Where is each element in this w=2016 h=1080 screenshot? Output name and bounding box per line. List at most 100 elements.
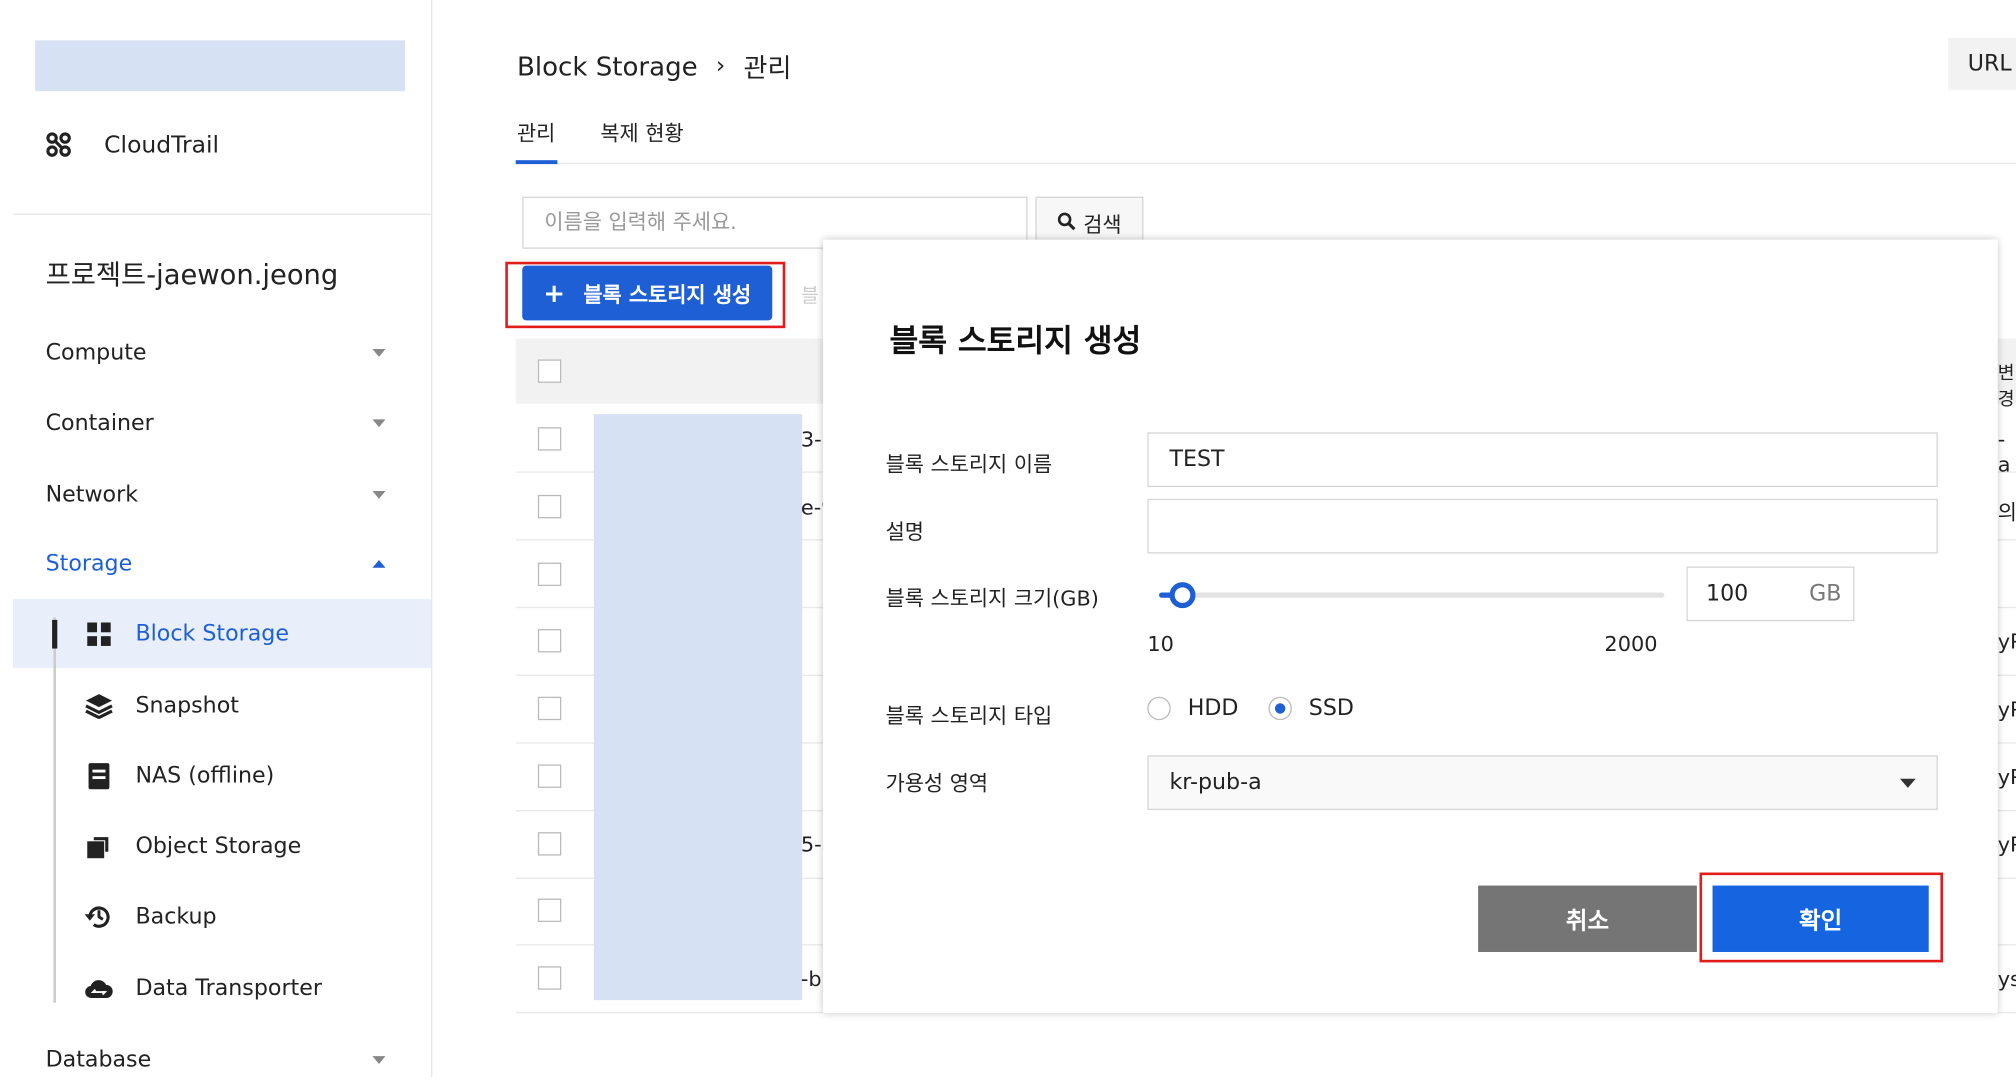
dialog-title: 블록 스토리지 생성 bbox=[889, 322, 1142, 360]
cell-fragment: 의 bbox=[1997, 500, 2016, 525]
size-unit: GB bbox=[1809, 580, 1842, 607]
object-storage-label: Object Storage bbox=[135, 832, 302, 859]
cell-fragment: yP bbox=[1997, 629, 2016, 654]
menu-compute[interactable]: Compute bbox=[46, 333, 398, 372]
history-icon bbox=[84, 902, 114, 931]
radio-circle-selected bbox=[1268, 696, 1292, 721]
caret-down-icon bbox=[1900, 778, 1916, 788]
size-input[interactable]: 100 GB bbox=[1686, 566, 1855, 622]
nas-icon bbox=[85, 761, 114, 790]
select-all-checkbox[interactable] bbox=[537, 359, 562, 383]
project-name: 프로젝트-jaewon.jeong bbox=[45, 259, 339, 291]
row-checkbox[interactable] bbox=[537, 427, 562, 451]
logo-placeholder bbox=[35, 40, 406, 92]
sidebar-item-block-storage[interactable]: Block Storage bbox=[13, 599, 432, 669]
sidebar-item-data-transporter[interactable]: Data Transporter bbox=[13, 953, 431, 1022]
cell-fragment: yP bbox=[1997, 696, 2016, 722]
cell-fragment: yP bbox=[1997, 832, 2016, 857]
size-max-label: 2000 bbox=[1604, 631, 1658, 657]
snapshot-label: Snapshot bbox=[135, 692, 239, 719]
sidebar-item-object-storage[interactable]: Object Storage bbox=[13, 811, 431, 880]
tree-line-active-marker bbox=[52, 619, 58, 649]
grid-icon bbox=[85, 619, 114, 648]
row-checkbox[interactable] bbox=[537, 832, 562, 856]
breadcrumb-current: 관리 bbox=[743, 52, 792, 84]
size-label: 블록 스토리지 크기(GB) bbox=[885, 586, 1099, 611]
cloud-transfer-icon bbox=[85, 973, 114, 1002]
radio-circle bbox=[1147, 696, 1171, 721]
description-label: 설명 bbox=[885, 519, 924, 545]
block-storage-label: Block Storage bbox=[135, 620, 289, 647]
cloudtrail-icon bbox=[44, 130, 73, 159]
menu-container-label: Container bbox=[45, 410, 154, 437]
menu-container[interactable]: Container bbox=[46, 404, 398, 443]
cancel-button[interactable]: 취소 bbox=[1478, 885, 1697, 952]
chevron-down-icon bbox=[372, 490, 386, 499]
breadcrumb-root[interactable]: Block Storage bbox=[517, 50, 698, 81]
size-value: 100 bbox=[1706, 580, 1749, 607]
tab-active-indicator bbox=[515, 160, 558, 165]
chevron-down-icon bbox=[372, 1056, 386, 1064]
zone-value: kr-pub-a bbox=[1169, 769, 1262, 796]
url-button[interactable]: URL bbox=[1948, 37, 2016, 90]
type-hdd-label: HDD bbox=[1187, 695, 1239, 722]
cell-fragment: -a bbox=[1997, 427, 2011, 477]
menu-compute-label: Compute bbox=[45, 339, 147, 366]
tab-manage[interactable]: 관리 bbox=[517, 116, 555, 147]
header-fragment: 변경 bbox=[1997, 363, 2015, 411]
layers-icon bbox=[85, 691, 114, 720]
row-checkbox[interactable] bbox=[537, 494, 562, 519]
menu-storage[interactable]: Storage bbox=[46, 544, 398, 583]
menu-network-label: Network bbox=[45, 481, 139, 508]
size-slider-handle[interactable] bbox=[1168, 582, 1195, 609]
search-button-label: 검색 bbox=[1083, 212, 1122, 238]
chevron-right-icon: › bbox=[715, 52, 726, 80]
name-input[interactable]: TEST bbox=[1147, 432, 1938, 488]
redacted-area bbox=[593, 414, 803, 1001]
zone-select[interactable]: kr-pub-a bbox=[1147, 755, 1938, 811]
create-block-storage-dialog: 블록 스토리지 생성 블록 스토리지 이름 TEST 설명 블록 스토리지 크기… bbox=[823, 239, 1998, 1014]
cell-fragment: -b bbox=[800, 966, 822, 992]
row-checkbox[interactable] bbox=[537, 764, 562, 788]
sidebar-item-backup[interactable]: Backup bbox=[13, 882, 431, 951]
sidebar-divider bbox=[13, 213, 432, 215]
chevron-up-icon bbox=[372, 559, 386, 568]
breadcrumb: Block Storage › 관리 bbox=[517, 47, 791, 85]
cell-fragment: yP bbox=[1997, 764, 2016, 790]
chevron-down-icon bbox=[372, 349, 386, 357]
chevron-down-icon bbox=[372, 419, 386, 428]
row-checkbox[interactable] bbox=[537, 629, 562, 653]
search-icon bbox=[1057, 210, 1076, 235]
size-slider-track[interactable] bbox=[1159, 592, 1665, 598]
type-radio-hdd[interactable]: HDD bbox=[1147, 695, 1238, 721]
menu-database[interactable]: Database bbox=[46, 1041, 398, 1080]
type-radio-ssd[interactable]: SSD bbox=[1268, 695, 1354, 721]
row-checkbox[interactable] bbox=[537, 562, 562, 587]
type-label: 블록 스토리지 타입 bbox=[885, 703, 1053, 728]
zone-label: 가용성 영역 bbox=[885, 770, 989, 796]
tab-replication-status[interactable]: 복제 현황 bbox=[600, 116, 683, 147]
cell-fragment: ys bbox=[1997, 966, 2016, 992]
sidebar: CloudTrail 프로젝트-jaewon.jeong Compute Con… bbox=[0, 0, 433, 1080]
menu-database-label: Database bbox=[45, 1047, 152, 1074]
cloudtrail-label: CloudTrail bbox=[104, 130, 220, 159]
sidebar-item-snapshot[interactable]: Snapshot bbox=[13, 671, 431, 740]
tabs-divider bbox=[515, 162, 2016, 165]
nas-label: NAS (offline) bbox=[135, 762, 275, 789]
sidebar-item-cloudtrail[interactable]: CloudTrail bbox=[44, 128, 219, 162]
type-ssd-label: SSD bbox=[1308, 695, 1354, 722]
name-label: 블록 스토리지 이름 bbox=[885, 451, 1053, 477]
menu-network[interactable]: Network bbox=[46, 475, 398, 514]
row-checkbox[interactable] bbox=[537, 696, 562, 721]
row-checkbox[interactable] bbox=[537, 966, 562, 990]
size-min-label: 10 bbox=[1147, 631, 1174, 657]
description-input[interactable] bbox=[1147, 498, 1938, 554]
highlight-create-button bbox=[505, 261, 786, 329]
row-checkbox[interactable] bbox=[537, 898, 562, 923]
tree-line bbox=[53, 617, 56, 1003]
object-storage-icon bbox=[85, 832, 114, 861]
data-transporter-label: Data Transporter bbox=[135, 974, 322, 1001]
highlight-confirm-button bbox=[1699, 872, 1944, 963]
menu-storage-label: Storage bbox=[45, 550, 133, 577]
sidebar-item-nas[interactable]: NAS (offline) bbox=[13, 741, 431, 810]
